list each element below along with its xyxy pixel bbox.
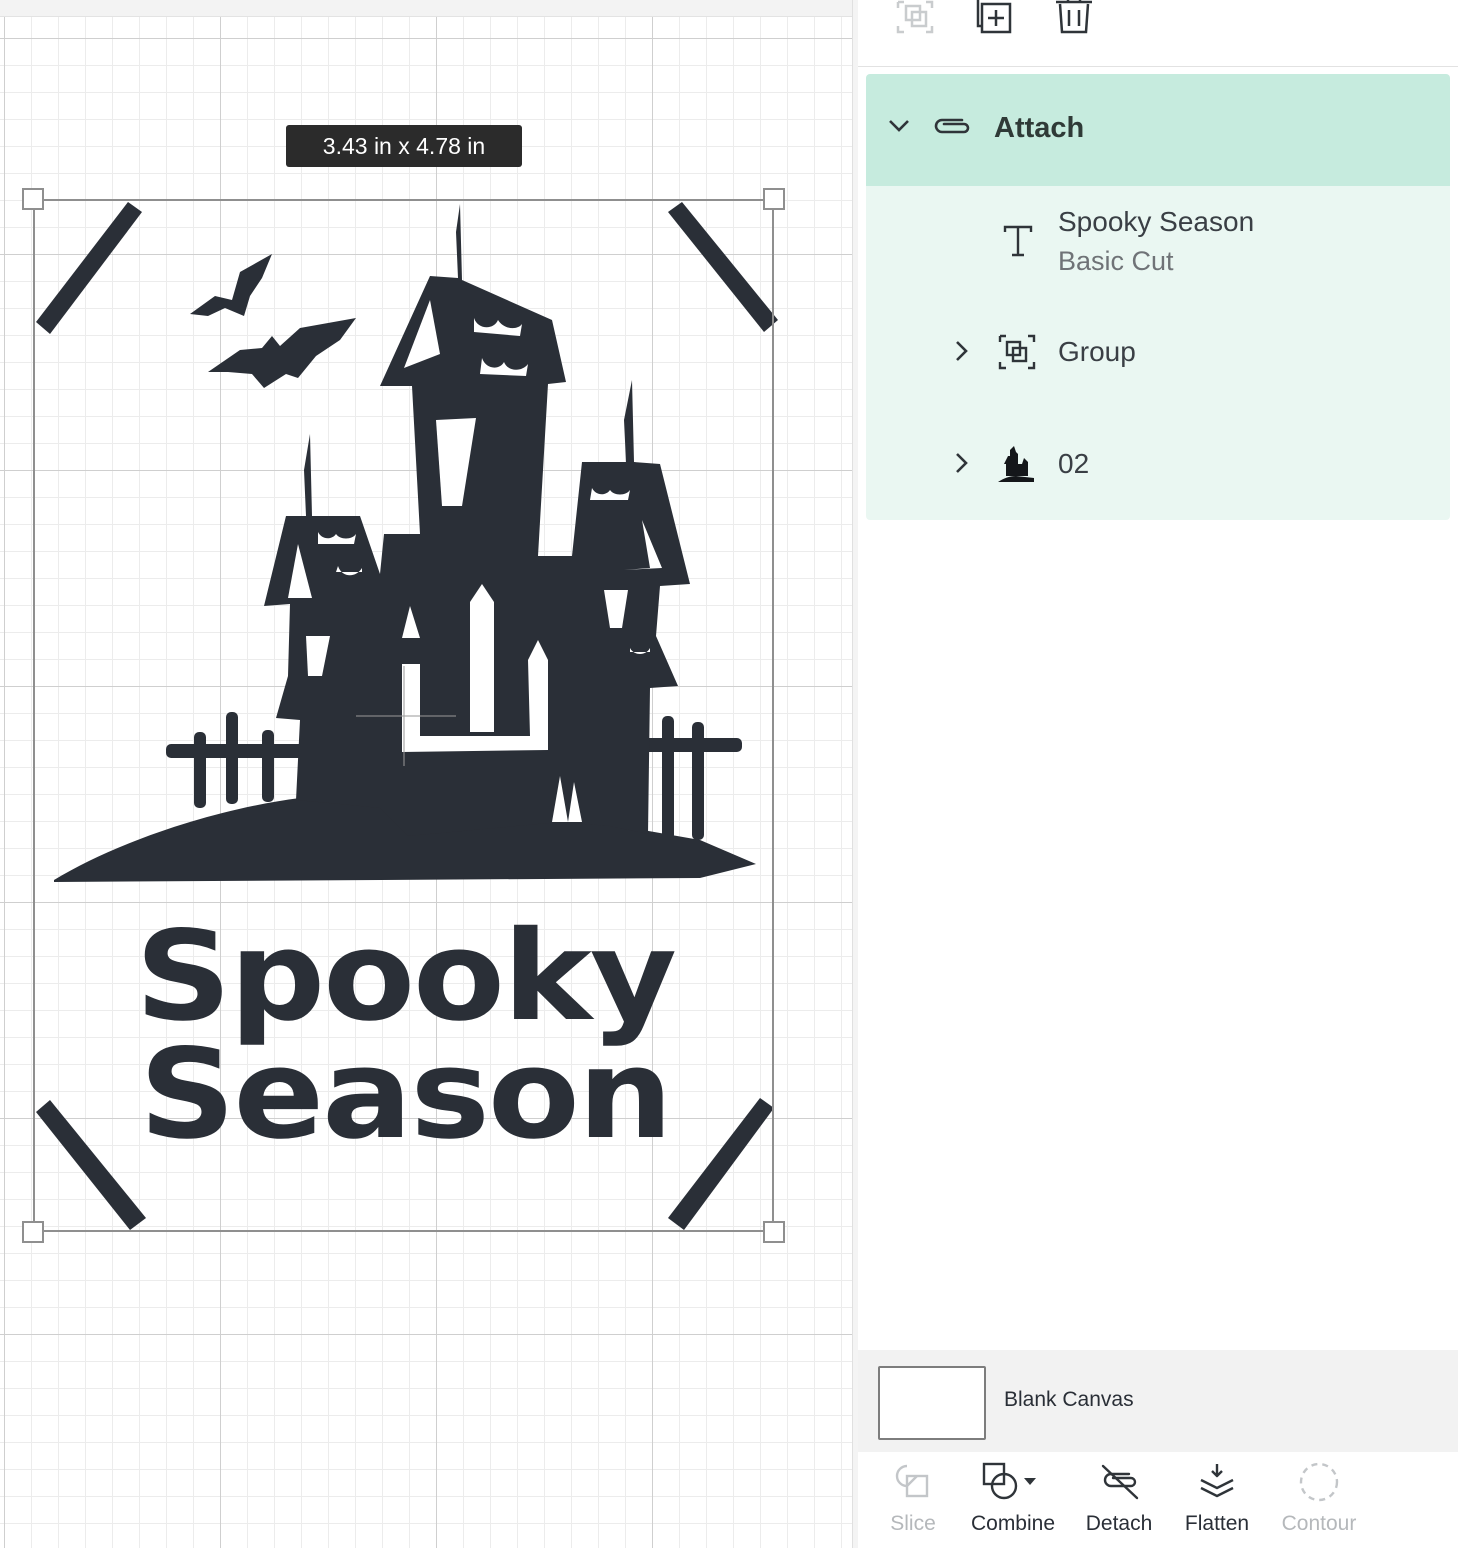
layer-item-spooky-season[interactable]: Spooky Season Basic Cut <box>866 186 1450 296</box>
delete-icon[interactable] <box>1054 0 1094 38</box>
chevron-right-icon[interactable] <box>954 452 968 474</box>
text-icon <box>1003 225 1033 257</box>
flatten-label: Flatten <box>1184 1512 1250 1535</box>
resize-handle-bottom-right[interactable] <box>763 1221 785 1243</box>
haunted-house-thumbnail-icon <box>998 446 1034 482</box>
layer-name: Spooky Season <box>1058 206 1255 237</box>
attach-label: Attach <box>994 112 1085 144</box>
layer-item-02[interactable]: 02 <box>866 410 1450 520</box>
slice-label: Slice <box>890 1512 936 1535</box>
chevron-down-icon[interactable] <box>888 118 910 134</box>
flatten-icon <box>1200 1464 1234 1498</box>
resize-handle-bottom-left[interactable] <box>22 1221 44 1243</box>
canvas-thumbnail <box>878 1366 986 1440</box>
combine-icon <box>982 1462 1036 1500</box>
duplicate-icon[interactable] <box>974 0 1014 38</box>
contour-button[interactable]: Contour <box>1264 1452 1374 1548</box>
canvas-background-row[interactable]: Blank Canvas <box>858 1350 1458 1452</box>
design-canvas[interactable]: 3.43 in x 4.78 in Spooky Season <box>0 0 852 1548</box>
layer-name: 02 <box>1058 448 1090 479</box>
combine-button[interactable]: Combine <box>958 1452 1068 1548</box>
dropdown-caret-icon <box>1024 1478 1036 1485</box>
detach-button[interactable]: Detach <box>1064 1452 1174 1548</box>
detach-label: Detach <box>1085 1512 1153 1535</box>
contour-label: Contour <box>1281 1512 1357 1535</box>
slice-button[interactable]: Slice <box>858 1452 968 1548</box>
selection-bounding-box[interactable] <box>33 199 774 1232</box>
layer-attach-group[interactable]: Attach <box>866 74 1450 186</box>
detach-icon <box>1101 1464 1139 1500</box>
layer-name: Group <box>1058 336 1136 367</box>
layers-panel: Attach Spooky Season Basic Cut Group 02 … <box>858 0 1458 1548</box>
chevron-right-icon[interactable] <box>954 340 968 362</box>
resize-handle-top-right[interactable] <box>763 188 785 210</box>
slice-icon <box>895 1464 929 1498</box>
paperclip-icon <box>934 118 970 134</box>
group-icon <box>998 334 1036 370</box>
layer-item-group[interactable]: Group <box>866 298 1450 408</box>
layer-operation: Basic Cut <box>1058 246 1174 276</box>
ungroup-icon[interactable] <box>896 0 936 38</box>
attach-group-children: Spooky Season Basic Cut Group 02 <box>866 186 1450 520</box>
resize-handle-top-left[interactable] <box>22 188 44 210</box>
contour-icon <box>1299 1462 1339 1502</box>
bottom-toolbar: Slice Combine Detach Flatten Contour <box>858 1452 1458 1548</box>
flatten-button[interactable]: Flatten <box>1162 1452 1272 1548</box>
combine-label: Combine <box>970 1512 1056 1535</box>
canvas-name: Blank Canvas <box>1004 1388 1134 1411</box>
layers-toolbar <box>858 0 1458 67</box>
